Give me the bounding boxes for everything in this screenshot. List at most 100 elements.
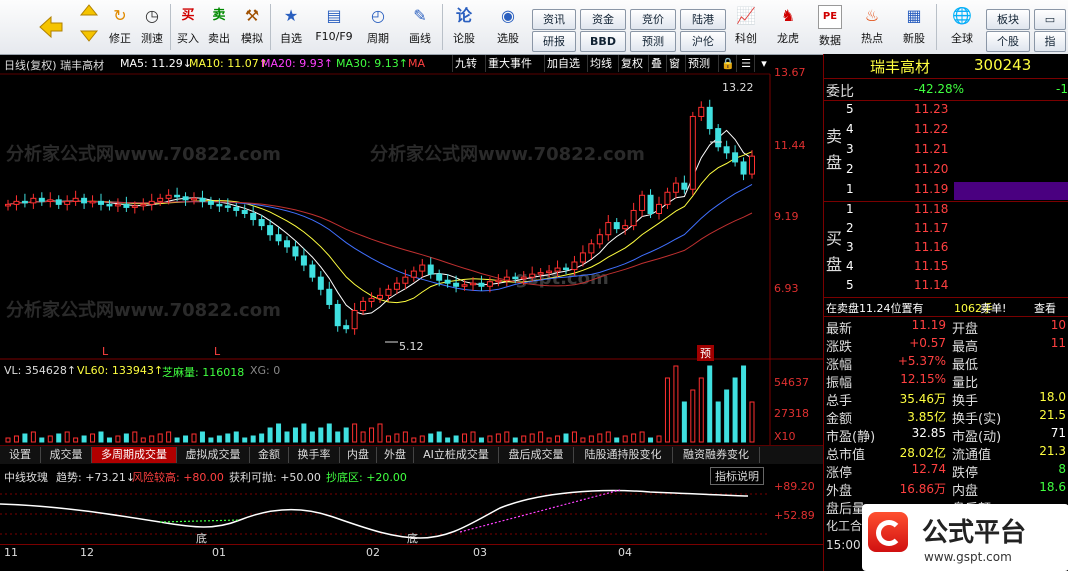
volume-bar <box>605 431 611 443</box>
buy-icon: 买 <box>181 8 195 23</box>
restore-button[interactable]: ▭ <box>1034 9 1066 30</box>
volume-bar <box>301 423 307 443</box>
tab-hk-holding-change[interactable]: 陆股通持股变化 <box>574 447 673 463</box>
toolbar-item-period[interactable]: ◴ 周期 <box>360 3 396 51</box>
toolbar-item-buy[interactable]: 买买入 <box>173 3 203 51</box>
vol60-value: VL60: 133943↑ <box>77 364 164 377</box>
stat-value: +0.57 <box>909 336 946 350</box>
candle <box>596 234 603 245</box>
tab-amount[interactable]: 金额 <box>250 447 289 463</box>
forecast-button[interactable]: 预测 <box>630 31 676 52</box>
research-button[interactable]: 研报 <box>532 31 576 52</box>
volume-bar <box>115 435 121 443</box>
toolbar-item-data[interactable]: PE 数据 <box>812 3 848 51</box>
stock-name: 瑞丰高材 <box>870 58 931 76</box>
tab-inner[interactable]: 内盘 <box>340 447 377 463</box>
stat-label: 振幅 <box>826 376 853 391</box>
volume-bar <box>369 427 375 443</box>
back-button[interactable] <box>34 3 68 51</box>
shanghai-london-button[interactable]: 沪伦 <box>680 31 726 52</box>
toolbar-item-ipo[interactable]: ▦ 新股 <box>896 3 932 51</box>
candle <box>72 197 79 202</box>
stat-label: 市盈(动) <box>952 430 1002 445</box>
volume-bar <box>267 427 273 443</box>
toolbar-item-speed[interactable]: ◷ 测速 <box>136 3 168 51</box>
ma-line <box>7 151 753 304</box>
toolbar-item-sell[interactable]: 卖卖出 <box>204 3 234 51</box>
toolbar-item-hotspot[interactable]: ♨ 热点 <box>854 3 890 51</box>
volume-bar <box>385 435 391 443</box>
ask-price[interactable]: 11.20 <box>914 162 948 176</box>
volume-bar <box>664 377 670 443</box>
bid-price[interactable]: 11.17 <box>914 221 948 235</box>
toolbar-item-discuss[interactable]: 论论股 <box>446 3 482 51</box>
ask-price[interactable]: 11.22 <box>914 122 948 136</box>
tab-multi-period-volume[interactable]: 多周期成交量 <box>92 447 177 463</box>
ask-price[interactable]: 11.23 <box>914 102 948 116</box>
toolbar-item-star-market[interactable]: 📈 科创 <box>728 3 764 51</box>
tab-after-hours-volume[interactable]: 盘后成交量 <box>499 447 574 463</box>
stat-label: 换手(实) <box>952 412 1002 427</box>
toolbar-item-fix[interactable]: ↻ 修正 <box>104 3 136 51</box>
forecast-mark[interactable]: 预 <box>697 345 714 361</box>
candle <box>436 273 443 281</box>
volume-bar <box>250 435 256 443</box>
toolbar-item-f10[interactable]: ▤ F10/F9 <box>312 3 356 51</box>
ask-price[interactable]: 11.19 <box>914 182 948 196</box>
volume-bar <box>73 437 79 443</box>
candle <box>55 199 62 205</box>
bid-price[interactable]: 11.15 <box>914 259 948 273</box>
candle <box>64 200 71 205</box>
x-label: 11 <box>4 546 18 559</box>
scroll-arrows[interactable] <box>78 3 100 51</box>
candle <box>123 203 130 208</box>
up-down-arrows-icon <box>79 4 99 42</box>
funds-button[interactable]: 资金 <box>580 9 626 30</box>
tab-virtual-volume[interactable]: 虚拟成交量 <box>177 447 250 463</box>
candle <box>554 267 561 272</box>
indicator-help-button[interactable]: 指标说明 <box>710 467 764 485</box>
hk-connect-button[interactable]: 陆港 <box>680 9 726 30</box>
ask-price[interactable]: 11.21 <box>914 142 948 156</box>
bid-level: 4 <box>846 259 854 273</box>
bid-price[interactable]: 11.16 <box>914 240 948 254</box>
candle <box>588 243 595 254</box>
tab-ai-volume[interactable]: AI立桩成交量 <box>414 447 499 463</box>
ask-level: 3 <box>846 142 854 156</box>
view-link[interactable]: 查看 <box>1034 300 1056 316</box>
news-button[interactable]: 资讯 <box>532 9 576 30</box>
sector-button[interactable]: 板块 <box>986 9 1030 30</box>
tab-turnover[interactable]: 换手率 <box>289 447 340 463</box>
toolbar-item-draw[interactable]: ✎ 画线 <box>402 3 438 51</box>
tab-margin-change[interactable]: 融资融券变化 <box>673 447 760 463</box>
candle <box>681 182 688 190</box>
tab-outer[interactable]: 外盘 <box>377 447 414 463</box>
toolbar-item-pick[interactable]: ◉ 选股 <box>488 3 528 51</box>
volume-bar <box>166 431 172 443</box>
bid-level: 3 <box>846 240 854 254</box>
bid-price[interactable]: 11.18 <box>914 202 948 216</box>
bbd-button[interactable]: BBD <box>580 31 626 52</box>
candle <box>140 203 147 207</box>
toolbar-item-global[interactable]: 🌐 全球 <box>942 3 982 51</box>
tab-volume[interactable]: 成交量 <box>41 447 92 463</box>
bid-price[interactable]: 11.14 <box>914 278 948 292</box>
auction-button[interactable]: 竞价 <box>630 9 676 30</box>
candlestick-chart[interactable] <box>0 54 823 446</box>
toolbar-item-simulate[interactable]: ⚒ 模拟 <box>236 3 268 51</box>
pe-icon: PE <box>818 5 842 29</box>
stock-button[interactable]: 个股 <box>986 31 1030 52</box>
stat-value: 21.3 <box>1039 444 1066 458</box>
index-button[interactable]: 指 <box>1034 31 1066 52</box>
volume-bar <box>309 431 315 443</box>
volume-bar <box>487 435 493 443</box>
volume-bar <box>749 401 755 443</box>
tab-settings[interactable]: 设置 <box>0 447 41 463</box>
toolbar-item-dragon-tiger[interactable]: ♞ 龙虎 <box>770 3 806 51</box>
candle <box>258 219 265 227</box>
volume-bar <box>673 365 679 443</box>
stat-value: 16.86万 <box>899 482 946 496</box>
candle <box>402 276 409 284</box>
chart-icon: 📈 <box>736 6 756 25</box>
toolbar-item-watchlist[interactable]: ★ 自选 <box>273 3 309 51</box>
